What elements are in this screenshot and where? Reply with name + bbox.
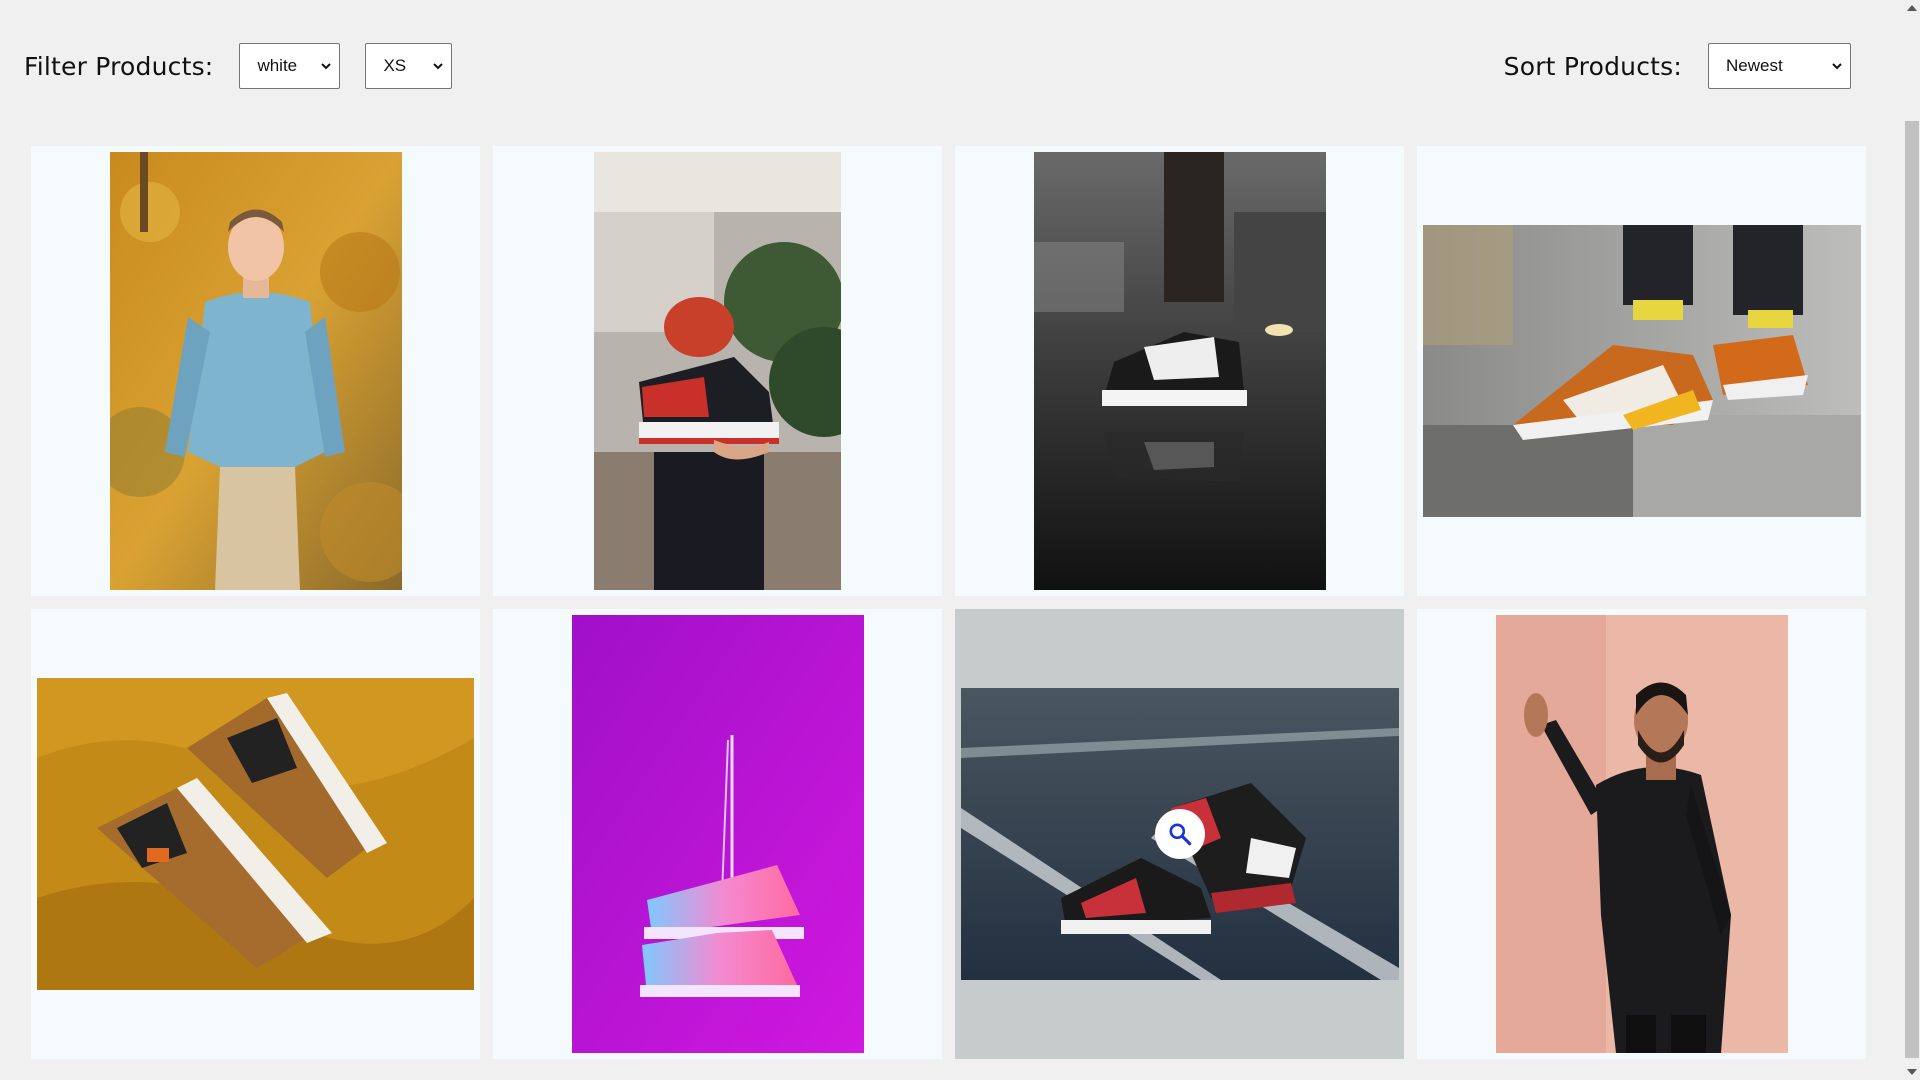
product-card[interactable] <box>955 609 1404 1059</box>
vertical-scrollbar[interactable] <box>1903 0 1920 1080</box>
filter-group: Filter Products: white XS <box>24 43 477 89</box>
product-card[interactable] <box>31 146 480 596</box>
product-card[interactable] <box>1417 146 1866 596</box>
product-image <box>1495 615 1788 1053</box>
product-image <box>1422 225 1861 517</box>
sort-group: Sort Products: Newest <box>1504 43 1851 89</box>
color-filter-value: white <box>257 56 298 75</box>
product-card[interactable] <box>493 146 942 596</box>
product-image <box>571 615 864 1053</box>
product-image <box>1033 152 1326 590</box>
color-filter-select[interactable]: white <box>239 43 341 89</box>
product-list-page: Filter Products: white XS Sort Products:… <box>0 0 1920 1080</box>
product-image <box>594 152 841 590</box>
product-card[interactable] <box>493 609 942 1059</box>
product-card[interactable] <box>1417 609 1866 1059</box>
size-filter-value: XS <box>383 56 407 75</box>
product-grid <box>31 146 1869 1059</box>
chevron-down-icon <box>1832 63 1842 70</box>
chevron-down-icon <box>321 63 332 70</box>
scroll-thumb[interactable] <box>1905 121 1919 1058</box>
sort-value: Newest <box>1726 56 1783 75</box>
product-image <box>109 152 402 590</box>
product-card[interactable] <box>31 609 480 1059</box>
filter-bar: Filter Products: white XS Sort Products:… <box>24 42 1851 90</box>
chevron-down-icon <box>433 63 444 70</box>
product-card[interactable] <box>955 146 1404 596</box>
sort-select[interactable]: Newest <box>1708 43 1851 89</box>
scroll-down-icon[interactable] <box>1907 1069 1917 1075</box>
scroll-up-icon[interactable] <box>1907 5 1917 11</box>
size-filter-select[interactable]: XS <box>365 43 453 89</box>
search-button[interactable] <box>1154 809 1205 859</box>
sort-title: Sort Products: <box>1503 51 1682 81</box>
product-image <box>37 678 474 990</box>
search-icon <box>1168 823 1191 846</box>
filter-title: Filter Products: <box>24 51 214 81</box>
